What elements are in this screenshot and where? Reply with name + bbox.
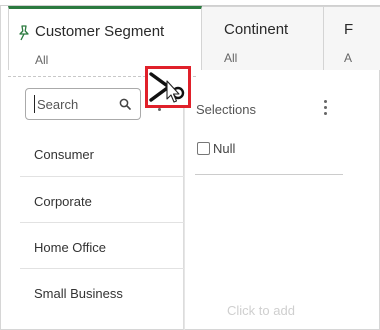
list-item[interactable]: Corporate [20,176,184,222]
selections-divider [195,174,343,175]
pin-icon[interactable] [17,25,31,41]
null-checkbox[interactable] [197,142,210,155]
tab-continent[interactable]: Continent All [202,6,324,70]
search-input[interactable]: Search [25,88,141,120]
list-item[interactable]: Home Office [20,222,184,268]
list-item[interactable]: Consumer [20,130,184,176]
tab-title: Continent [224,21,289,38]
selections-more-icon[interactable] [324,100,328,118]
scissors-cursor-icon [149,72,185,103]
tab-subtitle: A [344,51,353,65]
tab-title: Customer Segment [35,23,165,40]
tab-title: F [344,21,354,38]
selections-label: Selections [196,102,256,117]
tab-subtitle: All [224,51,238,65]
text-caret [34,95,35,113]
search-icon[interactable] [119,98,131,110]
tab-customer-segment[interactable]: Customer Segment All [8,6,202,70]
highlight-box [145,66,191,108]
tab-subtitle: All [35,53,49,67]
click-to-add-hint: Click to add [227,303,295,318]
values-panel: Search Consumer Corporate Home Office Sm… [20,78,184,330]
selections-panel: Selections Null Click to add [184,78,380,330]
tab-clipped[interactable]: F A [324,6,380,70]
values-list: Consumer Corporate Home Office Small Bus… [20,130,184,314]
null-label: Null [213,141,236,156]
search-placeholder: Search [37,97,79,112]
list-item[interactable]: Small Business [20,268,184,314]
